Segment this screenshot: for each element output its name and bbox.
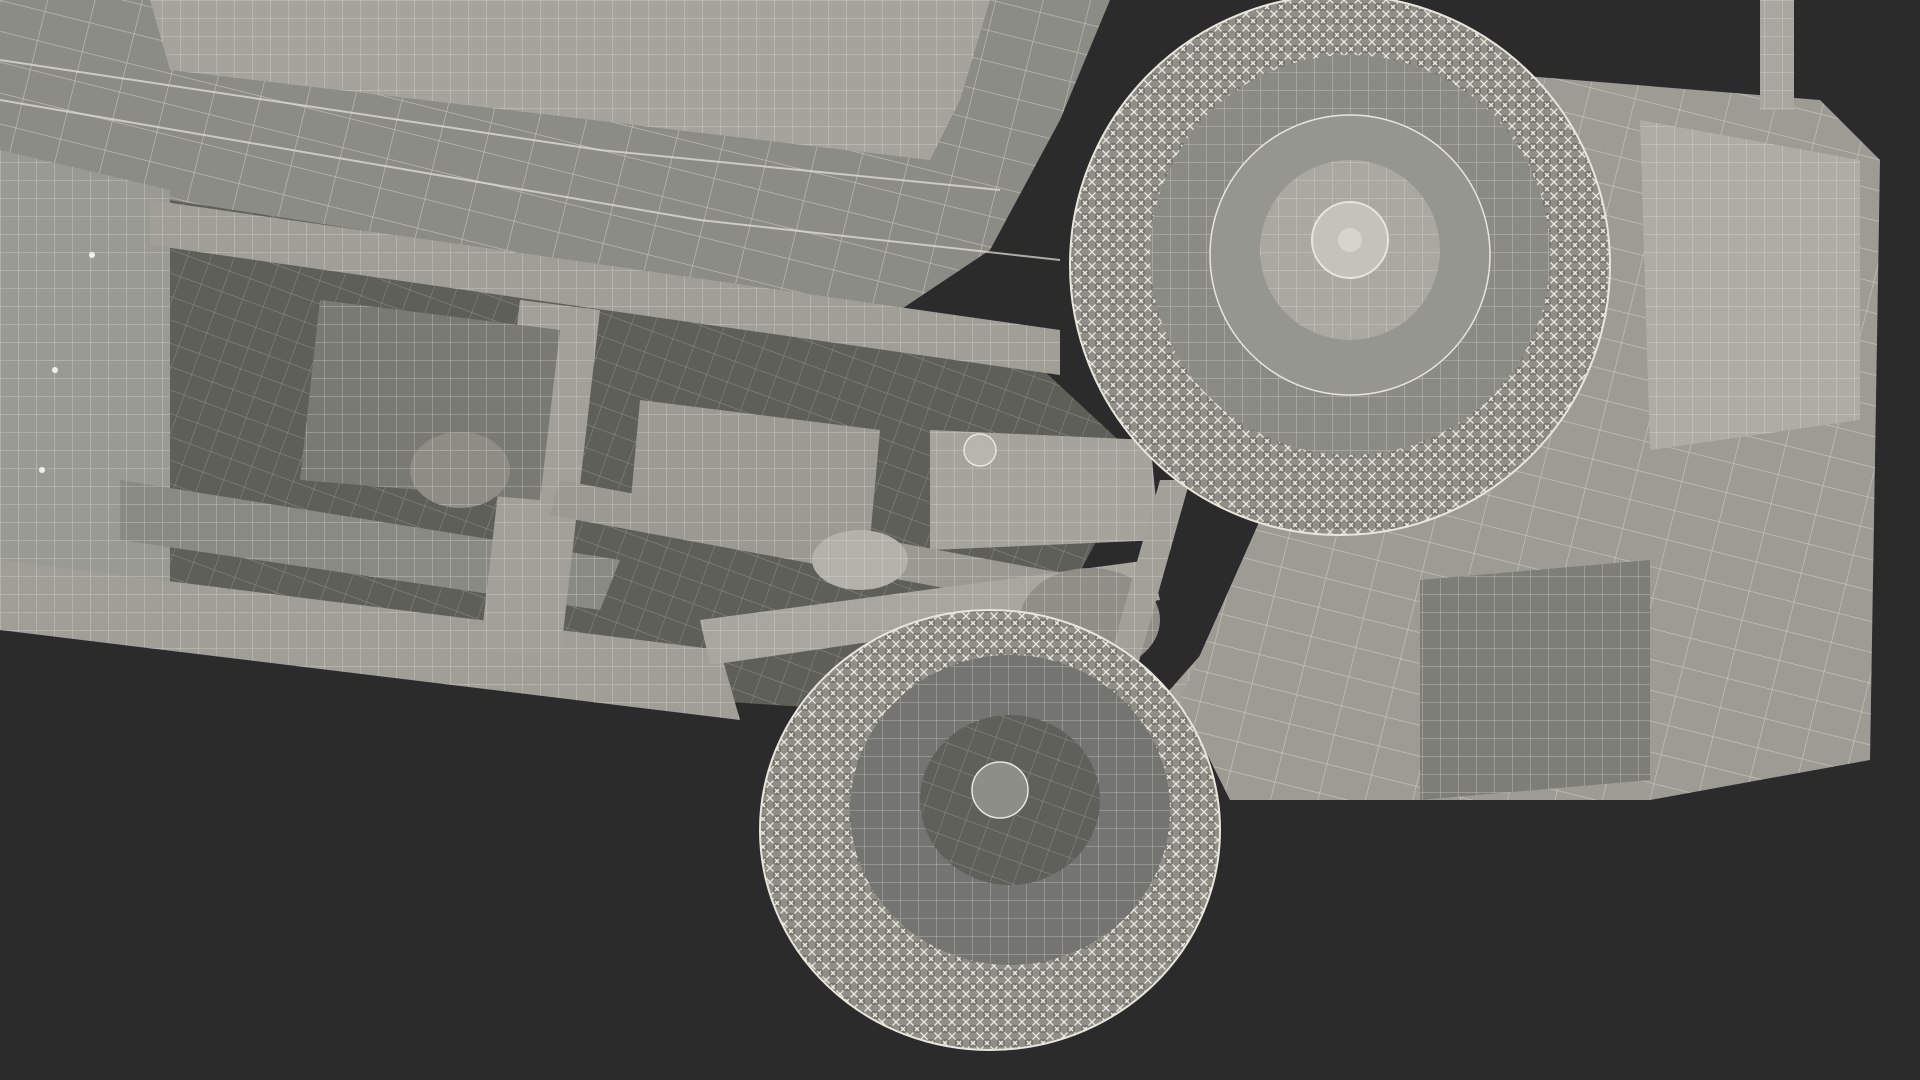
spare-wheel-rim	[1260, 160, 1440, 340]
front-wheel-hub	[920, 715, 1100, 885]
transmission	[300, 300, 560, 508]
tow-pipe	[1760, 0, 1794, 110]
fuel-tank	[930, 430, 1160, 550]
wireframe-viewport	[0, 0, 1920, 1080]
